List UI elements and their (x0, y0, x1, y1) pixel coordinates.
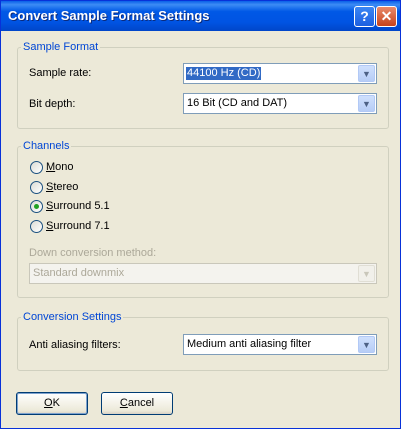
sample-rate-value: 44100 Hz (CD) (186, 67, 262, 80)
chevron-down-icon[interactable]: ▼ (358, 65, 375, 82)
help-button[interactable]: ? (354, 6, 375, 27)
bit-depth-label: Bit depth: (29, 98, 76, 110)
cancel-button[interactable]: Cancel (101, 392, 173, 415)
radio-button-selected[interactable] (30, 200, 43, 213)
anti-aliasing-value: Medium anti aliasing filter (187, 338, 312, 350)
ok-button[interactable]: OK (16, 392, 88, 415)
close-icon: ✕ (380, 8, 393, 24)
dialog-window: Convert Sample Format Settings ? ✕ Sampl… (0, 0, 401, 429)
radio-surround-5-1-label: Surround 5.1 (46, 200, 110, 212)
radio-button[interactable] (30, 181, 43, 194)
radio-stereo-label: Stereo (46, 181, 79, 193)
anti-aliasing-select[interactable]: Medium anti aliasing filter ▼ (183, 334, 377, 355)
chevron-down-icon[interactable]: ▼ (358, 95, 375, 112)
down-conversion-select[interactable]: Standard downmix ▼ (29, 263, 377, 284)
help-icon: ? (360, 8, 369, 24)
radio-button[interactable] (30, 161, 43, 174)
radio-mono-label: Mono (46, 161, 74, 173)
sample-format-legend: Sample Format (21, 41, 101, 54)
radio-button[interactable] (30, 220, 43, 233)
chevron-down-icon[interactable]: ▼ (358, 336, 375, 353)
anti-aliasing-label: Anti aliasing filters: (29, 339, 121, 351)
down-conversion-value: Standard downmix (33, 267, 125, 279)
chevron-down-icon[interactable]: ▼ (358, 265, 375, 282)
sample-rate-label: Sample rate: (29, 67, 92, 79)
sample-rate-select[interactable]: 44100 Hz (CD) ▼ (183, 63, 377, 84)
radio-dot-icon (34, 204, 39, 209)
title-bar[interactable]: Convert Sample Format Settings ? ✕ (1, 1, 400, 31)
window-title: Convert Sample Format Settings (8, 8, 210, 23)
sample-format-group (17, 47, 389, 129)
channels-legend: Channels (21, 140, 72, 153)
down-conversion-label: Down conversion method: (29, 247, 157, 259)
bit-depth-value: 16 Bit (CD and DAT) (187, 97, 288, 109)
conversion-settings-legend: Conversion Settings (21, 311, 124, 324)
close-button[interactable]: ✕ (376, 6, 397, 27)
radio-surround-7-1-label: Surround 7.1 (46, 220, 110, 232)
bit-depth-select[interactable]: 16 Bit (CD and DAT) ▼ (183, 93, 377, 114)
